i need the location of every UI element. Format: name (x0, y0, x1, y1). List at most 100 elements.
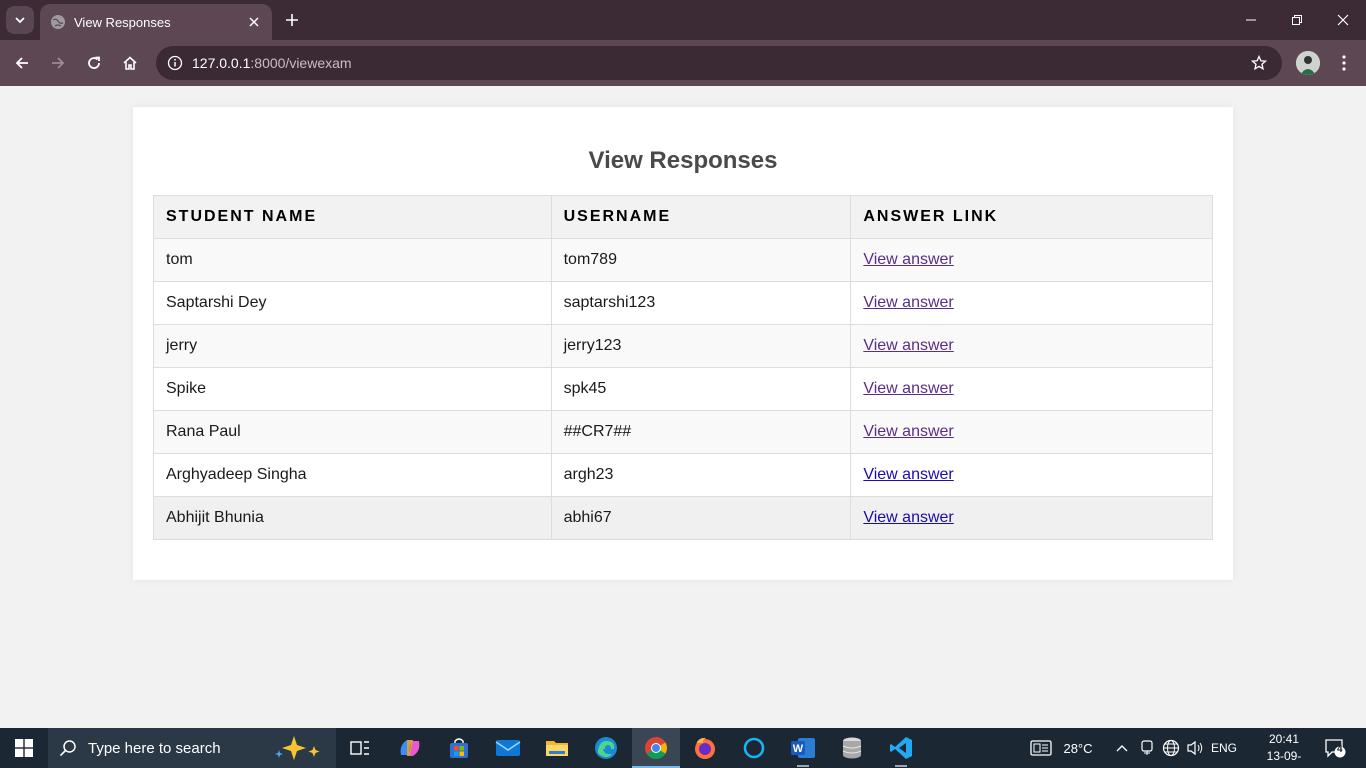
browser-tab-active[interactable]: View Responses (40, 4, 272, 40)
plus-icon (286, 14, 298, 26)
student-name-cell: Rana Paul (153, 410, 552, 454)
copilot-app-button[interactable] (386, 728, 434, 768)
view-answer-link[interactable]: View answer (863, 466, 953, 483)
taskbar-clock[interactable]: 20:41 13-09-2024 (1256, 731, 1312, 768)
student-name-cell: Arghyadeep Singha (153, 453, 552, 497)
student-name-cell: jerry (153, 324, 552, 368)
view-answer-link[interactable]: View answer (863, 509, 953, 526)
show-hidden-icons-button[interactable] (1112, 728, 1132, 768)
store-bag-icon (450, 738, 468, 758)
student-name-cell: Spike (153, 367, 552, 411)
minimize-button[interactable] (1228, 0, 1274, 40)
vscode-app-button[interactable] (877, 728, 925, 768)
bookmark-star-icon[interactable] (1250, 54, 1268, 72)
table-row: tom tom789 View answer (153, 238, 1213, 282)
browser-tab-strip: View Responses (0, 0, 1366, 40)
network-globe-icon[interactable] (1160, 728, 1182, 768)
microsoft-store-button[interactable] (435, 728, 483, 768)
view-answer-link[interactable]: View answer (863, 251, 953, 268)
username-cell: tom789 (550, 238, 852, 282)
username-cell: abhi67 (550, 496, 852, 540)
table-row: Rana Paul ##CR7## View answer (153, 410, 1213, 454)
address-bar[interactable]: 127.0.0.1:8000/viewexam (156, 46, 1282, 80)
chrome-browser-button[interactable] (632, 728, 680, 768)
vscode-icon (890, 737, 912, 759)
answer-link-cell: View answer (850, 281, 1213, 325)
site-info-icon[interactable] (158, 46, 192, 80)
notification-center-button[interactable]: 4 (1320, 728, 1350, 768)
search-icon (48, 728, 88, 768)
task-view-button[interactable] (336, 728, 384, 768)
close-icon (1337, 14, 1349, 26)
table-row: Saptarshi Dey saptarshi123 View answer (153, 281, 1213, 325)
table-header-row: STUDENT NAME USERNAME ANSWER LINK (153, 195, 1213, 239)
new-tab-button[interactable] (280, 8, 304, 32)
student-name-cell: Saptarshi Dey (153, 281, 552, 325)
file-explorer-button[interactable] (533, 728, 581, 768)
view-answer-link[interactable]: View answer (863, 294, 953, 311)
tab-search-button[interactable] (6, 6, 34, 34)
database-app-button[interactable] (828, 728, 876, 768)
browser-menu-button[interactable] (1334, 51, 1354, 75)
news-widget-icon (1030, 740, 1052, 756)
url-text: 127.0.0.1:8000/viewexam (192, 55, 352, 71)
weather-temperature[interactable]: 28°C (1058, 728, 1098, 768)
answer-link-cell: View answer (850, 324, 1213, 368)
view-answer-link[interactable]: View answer (863, 423, 953, 440)
widgets-button[interactable] (1028, 728, 1054, 768)
restore-button[interactable] (1274, 0, 1320, 40)
url-host: 127.0.0.1 (192, 55, 251, 71)
taskbar-search-box[interactable]: Type here to search (48, 728, 336, 768)
task-view-icon (350, 741, 369, 755)
meet-now-icon[interactable] (1138, 728, 1156, 768)
volume-icon[interactable] (1184, 728, 1206, 768)
chrome-icon (645, 737, 667, 759)
username-cell: spk45 (550, 367, 852, 411)
answer-link-cell: View answer (850, 410, 1213, 454)
page-title: View Responses (588, 147, 778, 174)
restore-icon (1292, 15, 1302, 25)
folder-icon (546, 741, 568, 756)
input-language-indicator[interactable]: ENG (1208, 728, 1240, 768)
clock-date: 13-09-2024 (1266, 749, 1302, 768)
forward-button[interactable] (44, 49, 72, 77)
browser-toolbar: 127.0.0.1:8000/viewexam (0, 40, 1366, 86)
responses-card: View Responses STUDENT NAME USERNAME ANS… (133, 107, 1233, 580)
responses-table: STUDENT NAME USERNAME ANSWER LINK tom to… (153, 195, 1213, 540)
edge-icon (595, 737, 617, 759)
windows-taskbar: Type here to search W 28°C ENG 20:41 13-… (0, 728, 1366, 768)
clock-time: 20:41 (1268, 732, 1300, 746)
firefox-icon (695, 737, 715, 759)
table-row: Abhijit Bhunia abhi67 View answer (153, 496, 1213, 540)
close-window-button[interactable] (1320, 0, 1366, 40)
chevron-down-icon (15, 17, 25, 24)
home-button[interactable] (116, 49, 144, 77)
back-button[interactable] (8, 49, 36, 77)
answer-link-cell: View answer (850, 453, 1213, 497)
tab-title: View Responses (74, 14, 171, 30)
globe-icon (50, 14, 66, 30)
minimize-icon (1246, 19, 1256, 21)
word-app-button[interactable]: W (779, 728, 827, 768)
username-cell: ##CR7## (550, 410, 852, 454)
firefox-browser-button[interactable] (681, 728, 729, 768)
edge-browser-button[interactable] (582, 728, 630, 768)
view-answer-link[interactable]: View answer (863, 337, 953, 354)
cortana-ring-icon (743, 737, 765, 759)
profile-avatar[interactable] (1296, 51, 1320, 75)
view-answer-link[interactable]: View answer (863, 380, 953, 397)
reload-button[interactable] (80, 49, 108, 77)
more-vertical-icon (1342, 55, 1346, 71)
start-button[interactable] (0, 728, 48, 768)
table-row: Spike spk45 View answer (153, 367, 1213, 411)
table-row: jerry jerry123 View answer (153, 324, 1213, 368)
close-tab-icon[interactable] (246, 14, 262, 30)
mail-app-button[interactable] (484, 728, 532, 768)
home-icon (123, 56, 137, 70)
reload-icon (88, 56, 100, 69)
table-row: Arghyadeep Singha argh23 View answer (153, 453, 1213, 497)
cortana-button[interactable] (730, 728, 778, 768)
copilot-sparkle-icon[interactable] (272, 734, 326, 762)
word-icon: W (791, 738, 815, 758)
username-cell: saptarshi123 (550, 281, 852, 325)
